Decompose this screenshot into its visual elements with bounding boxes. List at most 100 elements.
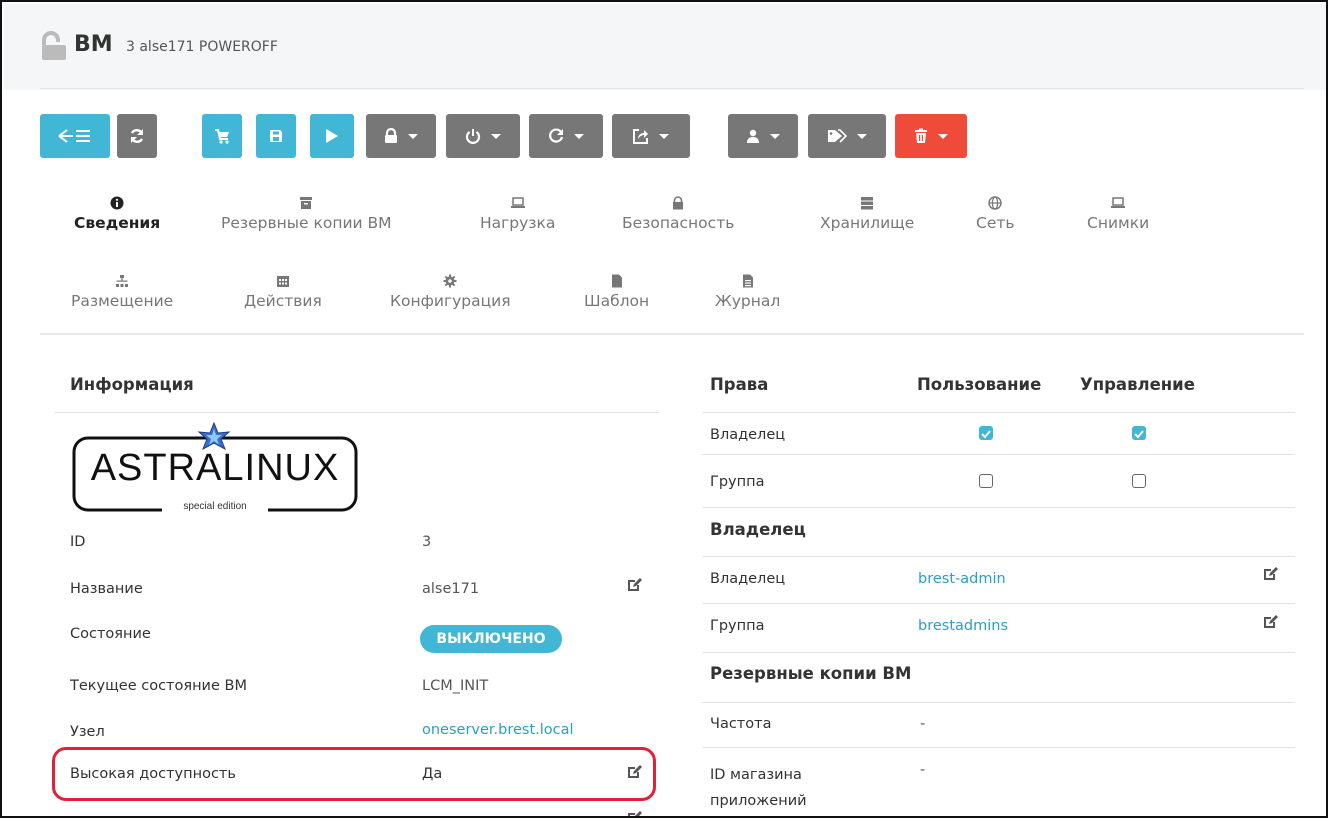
owner-manage-checkbox[interactable] bbox=[1132, 426, 1146, 440]
check-icon bbox=[981, 430, 991, 439]
edit-name-icon[interactable] bbox=[626, 577, 642, 593]
backup-value-frequency: - bbox=[920, 716, 926, 732]
power-menu-button[interactable] bbox=[446, 114, 520, 158]
tab-network[interactable]: Сеть bbox=[976, 196, 1015, 232]
calendar-icon bbox=[276, 276, 289, 287]
vm-details-panel: ВМ 3 alse171 POWEROFF Сведения Резервные… bbox=[0, 0, 1328, 818]
play-button[interactable] bbox=[310, 114, 354, 158]
chevron-down-icon bbox=[574, 133, 584, 139]
save-icon bbox=[270, 130, 282, 142]
owner-row-divider bbox=[702, 652, 1295, 653]
group-manage-checkbox[interactable] bbox=[1132, 474, 1146, 488]
backup-label-market-id: ID магазина приложений bbox=[710, 767, 807, 809]
info-value-id: 3 bbox=[422, 534, 432, 550]
labels-menu-button[interactable] bbox=[808, 114, 886, 158]
info-icon bbox=[110, 196, 124, 210]
back-to-list-button[interactable] bbox=[40, 114, 110, 158]
backups-divider bbox=[702, 702, 1295, 703]
owner-section-title: Владелец bbox=[710, 520, 806, 539]
header-divider bbox=[40, 88, 1304, 89]
perm-row-divider bbox=[702, 507, 1295, 508]
restart-icon bbox=[549, 128, 564, 143]
unlock-icon bbox=[42, 31, 66, 60]
chevron-down-icon bbox=[491, 133, 501, 139]
globe-icon bbox=[988, 196, 1002, 210]
chevron-down-icon bbox=[770, 133, 780, 139]
perm-header-rights: Права bbox=[710, 375, 769, 394]
group-label: Группа bbox=[710, 618, 765, 634]
edit-owner-icon[interactable] bbox=[1262, 566, 1278, 582]
perm-row-divider bbox=[702, 454, 1295, 455]
delete-menu-button[interactable] bbox=[895, 114, 967, 158]
play-icon bbox=[326, 129, 338, 143]
info-value-name: alse171 bbox=[422, 581, 480, 597]
tab-log[interactable]: Журнал bbox=[715, 274, 780, 310]
check-icon bbox=[1134, 430, 1144, 439]
owner-row-divider bbox=[702, 603, 1295, 604]
laptop-icon bbox=[510, 197, 525, 208]
sitemap-icon bbox=[116, 275, 129, 287]
user-icon bbox=[747, 129, 759, 143]
marketplace-button[interactable] bbox=[202, 114, 242, 158]
info-label-lcm-state: Текущее состояние ВМ bbox=[70, 678, 247, 694]
info-section-title: Информация bbox=[70, 375, 194, 394]
owner-label: Владелец bbox=[710, 571, 786, 587]
cart-icon bbox=[215, 129, 229, 144]
share-icon bbox=[633, 129, 648, 144]
save-button[interactable] bbox=[256, 114, 296, 158]
backup-value-market-id: - bbox=[920, 762, 926, 778]
file-icon bbox=[611, 274, 622, 288]
refresh-icon bbox=[130, 129, 144, 143]
backups-row-divider bbox=[702, 747, 1295, 748]
state-badge: ВЫКЛЮЧЕНО bbox=[420, 625, 562, 653]
tab-workload[interactable]: Нагрузка bbox=[480, 196, 555, 232]
trash-icon bbox=[915, 128, 927, 143]
logo-text: ASTRALINUX bbox=[90, 447, 340, 489]
tab-snapshots[interactable]: Снимки bbox=[1087, 196, 1149, 232]
restart-menu-button[interactable] bbox=[529, 114, 603, 158]
power-icon bbox=[465, 129, 481, 144]
tab-template[interactable]: Шаблон bbox=[584, 274, 649, 310]
info-label-id: ID bbox=[70, 534, 86, 550]
server-icon bbox=[861, 197, 874, 210]
archive-icon bbox=[300, 197, 313, 209]
info-label-state: Состояние bbox=[70, 626, 151, 642]
owner-divider bbox=[702, 556, 1295, 557]
owner-link[interactable]: brest-admin bbox=[918, 571, 1006, 587]
perm-header-use: Пользование bbox=[917, 375, 1042, 394]
tab-backups[interactable]: Резервные копии ВМ bbox=[221, 196, 392, 232]
lock-icon bbox=[385, 128, 397, 143]
chevron-down-icon bbox=[659, 133, 669, 139]
perm-label-group: Группа bbox=[710, 474, 765, 490]
tab-placement[interactable]: Размещение bbox=[71, 274, 173, 310]
edit-group-icon[interactable] bbox=[1262, 614, 1278, 630]
info-value-lcm-state: LCM_INIT bbox=[422, 678, 489, 694]
astralinux-logo: ASTRALINUX special edition bbox=[72, 418, 358, 514]
gear-icon bbox=[443, 274, 457, 288]
laptop-icon bbox=[1111, 197, 1126, 208]
group-link[interactable]: brestadmins bbox=[918, 618, 1008, 634]
chevron-down-icon bbox=[857, 133, 867, 139]
info-divider bbox=[54, 412, 659, 413]
host-link[interactable]: oneserver.brest.local bbox=[422, 722, 574, 738]
tabs-divider bbox=[40, 333, 1304, 335]
lock-icon bbox=[673, 196, 684, 210]
tab-actions[interactable]: Действия bbox=[244, 274, 322, 310]
lock-menu-button[interactable] bbox=[366, 114, 436, 158]
backups-section-title: Резервные копии ВМ bbox=[710, 664, 912, 683]
arrow-left-list-icon bbox=[58, 129, 90, 143]
perm-label-owner: Владелец bbox=[710, 427, 786, 443]
perm-divider bbox=[702, 412, 1295, 413]
info-label-host: Узел bbox=[70, 724, 105, 740]
share-menu-button[interactable] bbox=[612, 114, 690, 158]
group-use-checkbox[interactable] bbox=[979, 474, 993, 488]
tab-info[interactable]: Сведения bbox=[74, 196, 160, 232]
edit-next-icon[interactable] bbox=[626, 810, 642, 818]
refresh-button[interactable] bbox=[117, 114, 157, 158]
tab-configuration[interactable]: Конфигурация bbox=[390, 274, 511, 310]
tab-security[interactable]: Безопасность bbox=[622, 196, 734, 232]
owner-use-checkbox[interactable] bbox=[979, 426, 993, 440]
perm-header-manage: Управление bbox=[1080, 375, 1195, 394]
tab-storage[interactable]: Хранилище bbox=[820, 196, 914, 232]
user-menu-button[interactable] bbox=[728, 114, 798, 158]
